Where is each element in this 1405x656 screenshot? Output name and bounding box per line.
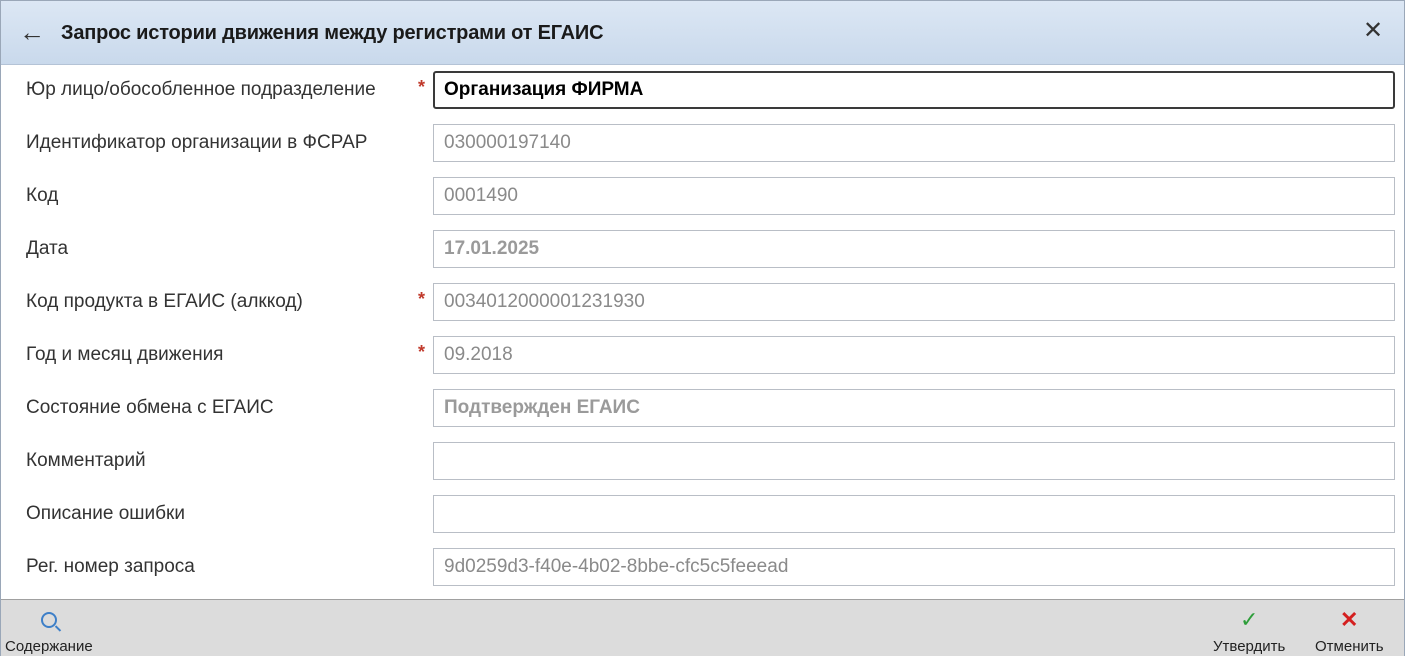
form-row-exchange-state: Состояние обмена с ЕГАИС Подтвержден ЕГА…: [1, 383, 1404, 435]
title-bar: ← Запрос истории движения между регистра…: [1, 1, 1404, 65]
field-label: Идентификатор организации в ФСРАР: [26, 132, 368, 153]
form-row-request-number: Рег. номер запроса 9d0259d3-f40e-4b02-8b…: [1, 542, 1404, 594]
magnifier-icon: [5, 606, 93, 634]
form-row-alccode: Код продукта в ЕГАИС (алккод) * 00340120…: [1, 277, 1404, 329]
cross-icon: ✕: [1340, 607, 1359, 632]
field-label: Комментарий: [26, 450, 146, 471]
form-row-date: Дата 17.01.2025: [1, 224, 1404, 276]
alccode-field[interactable]: 0034012000001231930: [433, 283, 1395, 321]
contents-label: Содержание: [5, 638, 93, 655]
field-label: Юр лицо/обособленное подразделение: [26, 79, 376, 100]
date-field[interactable]: 17.01.2025: [433, 230, 1395, 268]
cancel-label: Отменить: [1315, 638, 1384, 655]
fsrar-id-field[interactable]: 030000197140: [433, 124, 1395, 162]
form-row-year-month: Год и месяц движения * 09.2018: [1, 330, 1404, 382]
exchange-state-field[interactable]: Подтвержден ЕГАИС: [433, 389, 1395, 427]
request-number-field[interactable]: 9d0259d3-f40e-4b02-8bbe-cfc5c5feeead: [433, 548, 1395, 586]
field-label: Дата: [26, 238, 69, 259]
field-label: Описание ошибки: [26, 503, 185, 524]
required-marker: *: [418, 289, 426, 309]
back-arrow-icon[interactable]: ←: [19, 19, 45, 45]
dialog-window: ← Запрос истории движения между регистра…: [0, 0, 1405, 656]
cancel-button[interactable]: ✕ Отменить: [1315, 606, 1384, 655]
legal-entity-field[interactable]: Организация ФИРМА: [433, 71, 1395, 109]
required-marker: *: [418, 342, 426, 362]
form-row-error-description: Описание ошибки: [1, 489, 1404, 541]
comment-field[interactable]: [433, 442, 1395, 480]
required-marker: *: [418, 77, 426, 97]
year-month-field[interactable]: 09.2018: [433, 336, 1395, 374]
field-label: Состояние обмена с ЕГАИС: [26, 397, 274, 418]
form-row-code: Код 0001490: [1, 171, 1404, 223]
close-icon[interactable]: ✕: [1360, 17, 1386, 45]
field-label: Год и месяц движения: [26, 344, 224, 365]
dialog-title: Запрос истории движения между регистрами…: [61, 22, 604, 44]
bottom-toolbar: Содержание ✓ Утвердить ✕ Отменить: [1, 599, 1404, 656]
form-row-fsrar-id: Идентификатор организации в ФСРАР 030000…: [1, 118, 1404, 170]
approve-button[interactable]: ✓ Утвердить: [1213, 606, 1285, 655]
field-label: Код продукта в ЕГАИС (алккод): [26, 291, 303, 312]
approve-label: Утвердить: [1213, 638, 1286, 655]
field-label: Рег. номер запроса: [26, 556, 195, 577]
form-row-legal-entity: Юр лицо/обособленное подразделение * Орг…: [1, 65, 1404, 117]
error-description-field[interactable]: [433, 495, 1395, 533]
contents-button[interactable]: Содержание: [5, 606, 93, 655]
form-row-comment: Комментарий: [1, 436, 1404, 488]
checkmark-icon: ✓: [1239, 607, 1259, 632]
code-field[interactable]: 0001490: [433, 177, 1395, 215]
field-label: Код: [26, 185, 59, 206]
